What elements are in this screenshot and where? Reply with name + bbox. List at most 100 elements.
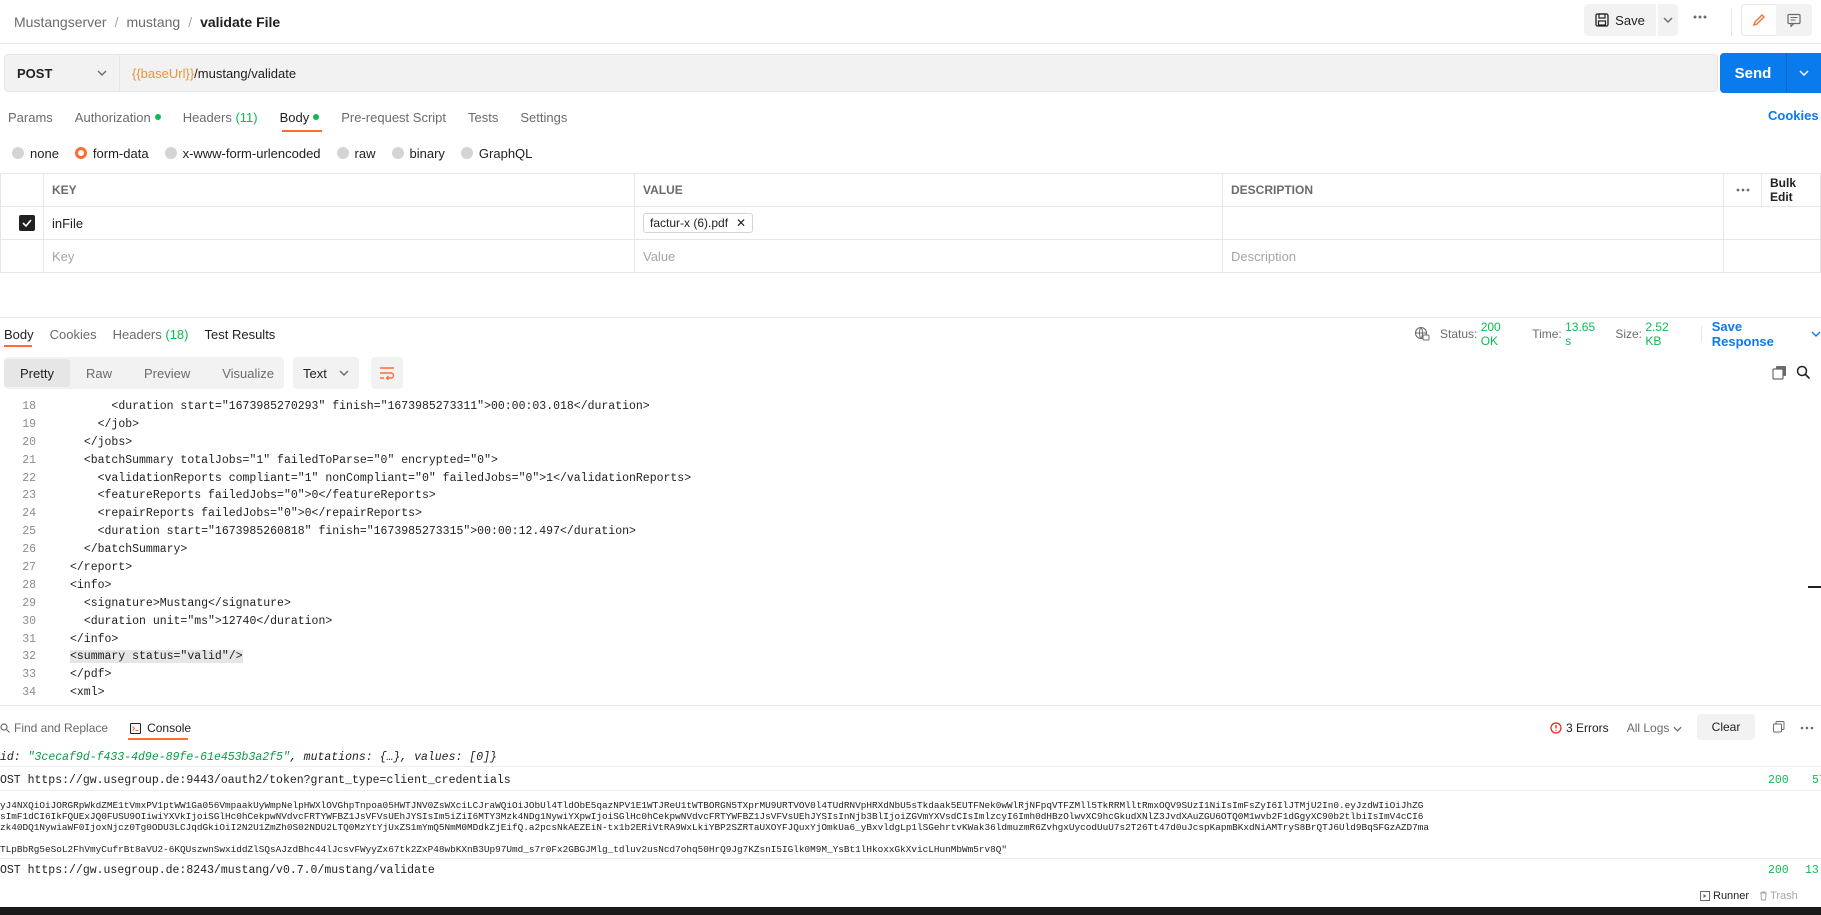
size-value[interactable]: 2.52 KB	[1645, 320, 1686, 348]
console-log-object[interactable]: id: "3cecaf9d-f433-4d9e-89fe-61e453b3a2f…	[0, 751, 497, 764]
tab-params[interactable]: Params	[8, 110, 53, 125]
code-text: <duration unit="ms">12740</duration>	[36, 613, 332, 631]
row-description[interactable]	[1222, 206, 1724, 240]
response-body-code[interactable]: 18 <duration start="1673985270293" finis…	[0, 398, 1804, 696]
tab-tests[interactable]: Tests	[468, 110, 498, 125]
code-line: 30 <duration unit="ms">12740</duration>	[0, 613, 1804, 631]
value-placeholder[interactable]: Value	[634, 239, 1223, 273]
code-text: <xml>	[36, 684, 105, 696]
response-tab-cookies[interactable]: Cookies	[50, 327, 97, 342]
line-number: 30	[22, 614, 36, 628]
view-visualize[interactable]: Visualize	[206, 359, 290, 387]
search-icon[interactable]	[1796, 365, 1811, 380]
row-checkbox[interactable]	[19, 215, 35, 231]
code-line: 26 </batchSummary>	[0, 541, 1804, 559]
comment-icon	[1787, 13, 1801, 27]
breadcrumb-request-name[interactable]: validate File	[200, 14, 280, 30]
breadcrumb-workspace[interactable]: Mustangserver	[14, 14, 107, 30]
response-tab-test-results[interactable]: Test Results	[205, 327, 276, 342]
table-header-value: VALUE	[634, 173, 1223, 207]
code-content: <summary status="valid"/>	[70, 650, 243, 664]
line-number: 32	[22, 650, 36, 664]
globe-icon[interactable]	[1414, 326, 1430, 342]
console-request-token[interactable]: OST https://gw.usegroup.de:9443/oauth2/t…	[0, 774, 511, 787]
code-content: <batchSummary totalJobs="1" failedToPars…	[83, 453, 498, 467]
table-header-row: KEY VALUE DESCRIPTION Bulk Edit	[0, 173, 1821, 207]
clear-console-button[interactable]: Clear	[1697, 714, 1755, 740]
tab-body-label: Body	[279, 109, 310, 125]
documentation-button[interactable]	[1776, 4, 1812, 36]
find-replace-tab[interactable]: Find and Replace	[0, 721, 108, 735]
breadcrumb-collection[interactable]: mustang	[126, 14, 180, 30]
tab-body[interactable]: Body	[280, 110, 320, 125]
more-options-icon[interactable]	[1692, 14, 1708, 20]
line-number: 34	[22, 686, 36, 696]
code-content: </job>	[97, 417, 140, 431]
format-label: Text	[303, 365, 327, 381]
radio-raw[interactable]: raw	[336, 146, 376, 161]
view-preview[interactable]: Preview	[128, 359, 206, 387]
copy-icon[interactable]	[1772, 365, 1787, 380]
row-key[interactable]: inFile	[43, 206, 635, 240]
chevron-down-icon[interactable]	[1811, 331, 1821, 337]
tab-prerequest-script[interactable]: Pre-request Script	[341, 110, 446, 125]
radio-binary[interactable]: binary	[391, 146, 445, 161]
radio-none[interactable]: none	[12, 146, 59, 161]
line-number: 25	[22, 525, 36, 539]
send-button[interactable]: Send	[1720, 53, 1786, 93]
errors-count[interactable]: 3 Errors	[1566, 721, 1609, 735]
checkmark-icon	[22, 219, 32, 227]
more-options-icon[interactable]	[1800, 726, 1814, 730]
tab-settings[interactable]: Settings	[520, 110, 567, 125]
method-select[interactable]: POST	[4, 54, 120, 92]
all-logs-select[interactable]: All Logs	[1627, 721, 1682, 735]
status-dot	[154, 114, 161, 120]
radio-graphql[interactable]: GraphQL	[460, 146, 532, 161]
remove-file-icon[interactable]: ✕	[736, 216, 746, 230]
view-raw[interactable]: Raw	[70, 359, 128, 387]
runner-button[interactable]: Runner	[1700, 890, 1749, 902]
tab-authorization-label: Authorization	[74, 109, 151, 125]
code-line: 33 </pdf>	[0, 666, 1804, 684]
table-header-description: DESCRIPTION	[1222, 173, 1724, 207]
bulk-edit-button[interactable]: Bulk Edit	[1761, 173, 1821, 207]
console-request-validate[interactable]: OST https://gw.usegroup.de:8243/mustang/…	[0, 864, 435, 877]
edit-mode-button[interactable]	[1741, 4, 1777, 36]
code-scrollbar[interactable]	[1806, 398, 1821, 696]
save-dropdown-button[interactable]	[1658, 4, 1678, 36]
response-tab-headers-label: Headers	[112, 326, 162, 342]
wrap-lines-button[interactable]	[371, 357, 403, 389]
send-dropdown-button[interactable]	[1786, 53, 1821, 93]
divider	[0, 766, 1821, 767]
request-header: Mustangserver / mustang / validate File …	[0, 0, 1821, 44]
time-value[interactable]: 13.65 s	[1565, 320, 1603, 348]
format-select[interactable]: Text	[293, 357, 359, 389]
response-tab-body[interactable]: Body	[4, 327, 34, 342]
description-placeholder[interactable]: Description	[1222, 239, 1724, 273]
table-options-button[interactable]	[1723, 173, 1762, 207]
save-button[interactable]: Save	[1584, 4, 1656, 36]
tab-headers[interactable]: Headers (11)	[183, 110, 258, 125]
pane-divider	[0, 317, 1821, 318]
view-pretty[interactable]: Pretty	[4, 359, 70, 387]
row-value[interactable]: factur-x (6).pdf ✕	[634, 206, 1223, 240]
copy-icon[interactable]	[1773, 721, 1785, 733]
save-label: Save	[1615, 12, 1645, 28]
response-tab-headers[interactable]: Headers (18)	[113, 327, 189, 342]
tab-authorization[interactable]: Authorization	[75, 110, 161, 125]
radio-form-data[interactable]: form-data	[74, 146, 149, 161]
url-input[interactable]: {{baseUrl}}/mustang/validate	[120, 54, 1718, 92]
code-line: 25 <duration start="1673985260818" finis…	[0, 523, 1804, 541]
status-value[interactable]: 200 OK	[1481, 320, 1521, 348]
key-placeholder[interactable]: Key	[43, 239, 635, 273]
console-tab[interactable]: Console	[130, 721, 191, 735]
cookies-link[interactable]: Cookies	[1768, 108, 1819, 123]
line-number: 31	[22, 632, 36, 646]
trash-button[interactable]: Trash	[1759, 890, 1798, 902]
code-line: 21 <batchSummary totalJobs="1" failedToP…	[0, 452, 1804, 470]
tab-headers-label: Headers	[182, 109, 232, 125]
radio-x-www-form-urlencoded[interactable]: x-www-form-urlencoded	[164, 146, 321, 161]
code-content: <duration start="1673985270293" finish="…	[111, 400, 650, 413]
save-response-button[interactable]: Save Response	[1712, 319, 1805, 349]
